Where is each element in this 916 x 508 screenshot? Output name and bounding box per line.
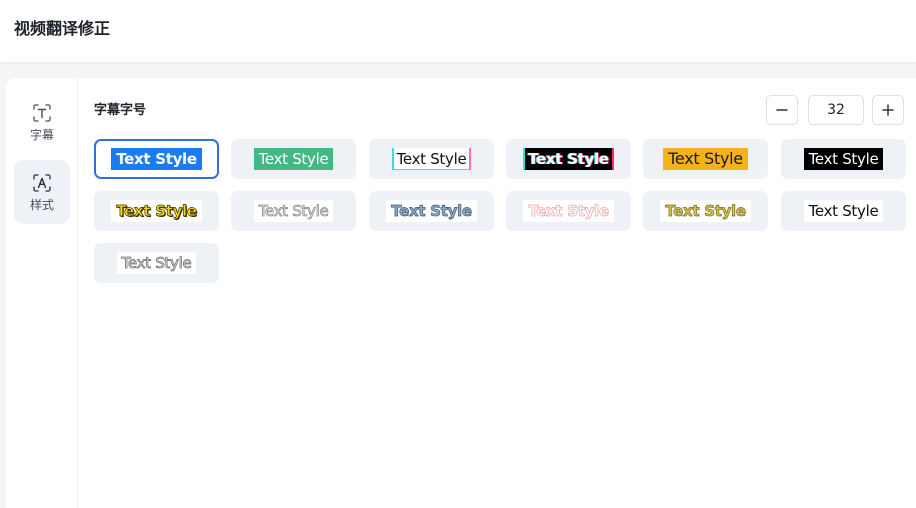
style-card-4[interactable]: Text Style [506, 139, 631, 179]
style-card-10[interactable]: Text Style [506, 191, 631, 231]
style-card-8[interactable]: Text Style [231, 191, 356, 231]
style-card-6[interactable]: Text Style [781, 139, 906, 179]
app-title: 视频翻译修正 [14, 19, 111, 38]
style-sample: Text Style [391, 148, 472, 170]
style-card-12[interactable]: Text Style [781, 191, 906, 231]
style-card-9[interactable]: Text Style [369, 191, 494, 231]
style-card-5[interactable]: Text Style [643, 139, 768, 179]
top-bar: 视频翻译修正 [0, 0, 916, 62]
style-card-2[interactable]: Text Style [231, 139, 356, 179]
sidebar-item-style[interactable]: 样式 [14, 160, 70, 224]
font-style-icon [33, 173, 51, 192]
main-panel: 字幕 样式 字幕字号 Text Style Text Style Text St… [6, 78, 916, 508]
sidebar-item-label: 字幕 [29, 127, 54, 142]
style-card-11[interactable]: Text Style [643, 191, 768, 231]
minus-icon [776, 109, 788, 111]
decrease-font-size-button[interactable] [766, 95, 798, 125]
section-title: 字幕字号 [94, 103, 147, 118]
style-sample: Text Style [111, 148, 202, 170]
style-sample: Text Style [803, 148, 884, 170]
sidebar-item-label: 样式 [29, 197, 54, 212]
sidebar-item-subtitle[interactable]: 字幕 [14, 90, 70, 154]
style-sample: Text Style [116, 252, 197, 274]
style-card-13[interactable]: Text Style [94, 243, 219, 283]
style-sample: Text Style [660, 200, 751, 222]
text-icon [33, 103, 51, 122]
style-sample: Text Style [386, 200, 477, 222]
style-sample: Text Style [803, 200, 884, 222]
font-size-input[interactable] [808, 95, 864, 125]
style-sample: Text Style [253, 200, 334, 222]
style-card-1[interactable]: Text Style [94, 139, 219, 179]
style-card-7[interactable]: Text Style [94, 191, 219, 231]
plus-icon [882, 104, 894, 116]
sidebar: 字幕 样式 [6, 78, 78, 508]
increase-font-size-button[interactable] [872, 95, 904, 125]
style-sample: Text Style [523, 148, 614, 170]
style-sample: Text Style [663, 148, 748, 170]
style-sample: Text Style [523, 200, 614, 222]
style-sample: Text Style [253, 148, 334, 170]
style-sample: Text Style [111, 200, 202, 222]
style-card-3[interactable]: Text Style [369, 139, 494, 179]
